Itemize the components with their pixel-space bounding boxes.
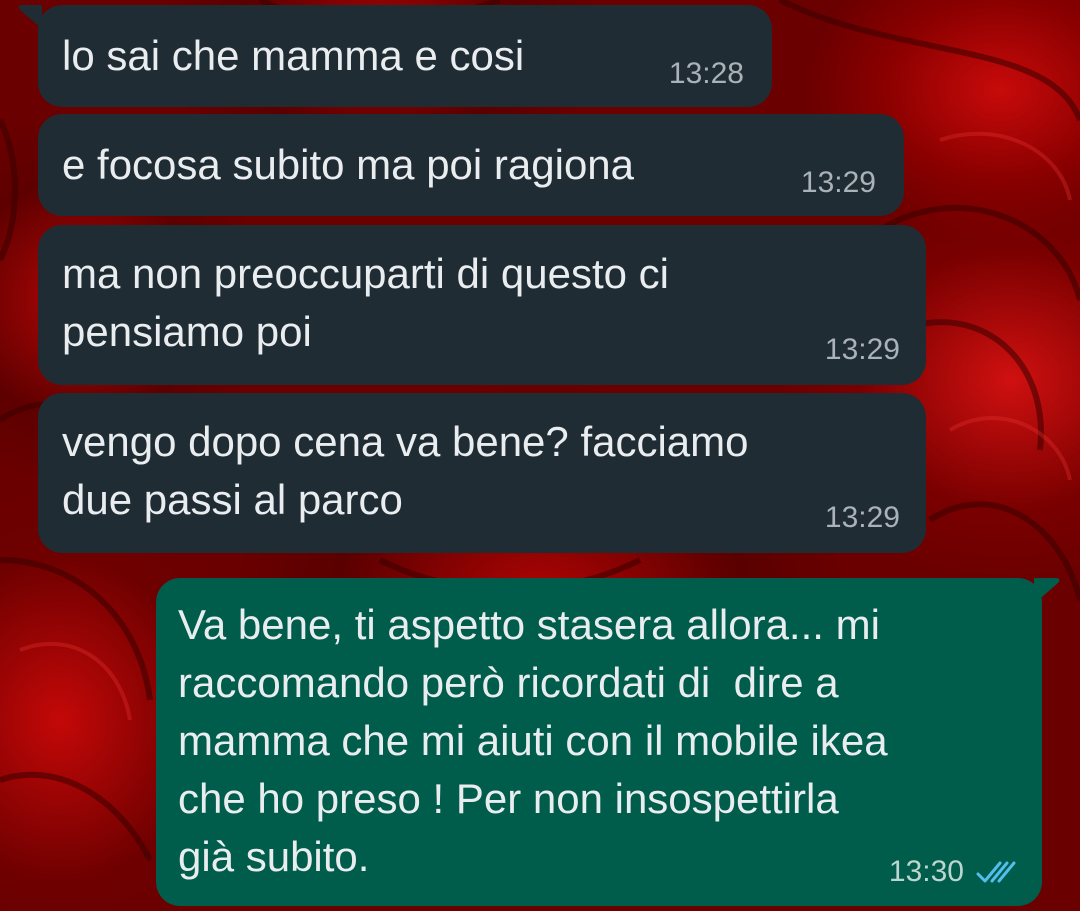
double-check-icon	[976, 861, 1016, 883]
bubble-tail-icon	[1034, 578, 1060, 604]
chat-wallpaper: lo sai che mamma e cosi 13:28 e focosa s…	[0, 0, 1080, 911]
message-text-line: vengo dopo cena va bene? facciamo	[62, 418, 749, 465]
incoming-message-bubble[interactable]: vengo dopo cena va bene? facciamo due pa…	[38, 393, 926, 553]
message-text-line: due passi al parco	[62, 476, 403, 523]
message-timestamp: 13:29	[800, 166, 876, 199]
bubble-tail-icon	[18, 5, 42, 29]
message-text-line: ma non preoccuparti di questo ci	[62, 250, 670, 297]
incoming-message-bubble[interactable]: e focosa subito ma poi ragiona 13:29	[38, 114, 904, 216]
message-timestamp: 13:28	[668, 57, 744, 90]
outgoing-message-bubble[interactable]: Va bene, ti aspetto stasera allora... mi…	[156, 578, 1042, 906]
message-text-line: già subito.	[178, 833, 370, 880]
message-timestamp: 13:29	[824, 333, 900, 366]
message-timestamp: 13:30	[888, 855, 964, 888]
message-text-line: raccomando però ricordati di dire a	[178, 659, 839, 706]
message-text-line: che ho preso ! Per non insospettirla	[178, 775, 839, 822]
message-text: e focosa subito ma poi ragiona	[62, 141, 635, 188]
message-text-line: pensiamo poi	[62, 308, 312, 355]
incoming-message-bubble[interactable]: ma non preoccuparti di questo ci pensiam…	[38, 225, 926, 385]
message-text-line: mamma che mi aiuti con il mobile ikea	[178, 717, 888, 764]
message-timestamp: 13:29	[824, 501, 900, 534]
incoming-message-bubble[interactable]: lo sai che mamma e cosi 13:28	[38, 5, 772, 107]
message-text: lo sai che mamma e cosi	[62, 32, 525, 79]
message-text-line: Va bene, ti aspetto stasera allora... mi	[178, 601, 880, 648]
